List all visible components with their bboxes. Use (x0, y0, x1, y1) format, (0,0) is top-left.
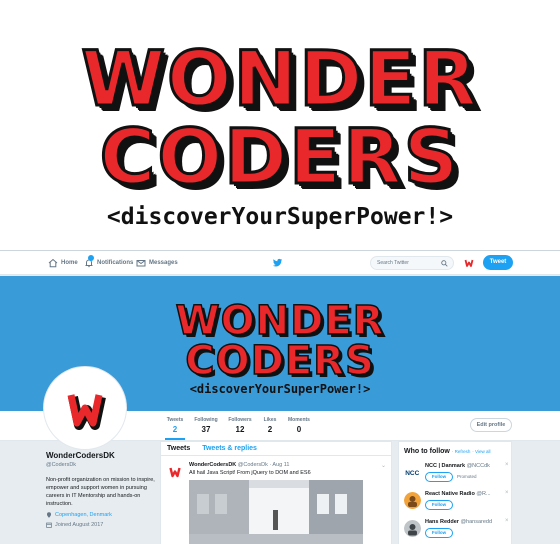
tweet-media-image[interactable] (189, 480, 363, 544)
dismiss-icon[interactable]: × (505, 518, 509, 524)
stat-label: Tweets (166, 417, 184, 423)
nav-notifications-label: Notifications (97, 260, 134, 266)
profile-location: Copenhagen, Denmark (46, 512, 156, 518)
profile-handle[interactable]: @CodersDk (46, 462, 156, 468)
profile-info: WonderCodersDK @CodersDk Non-profit orga… (46, 451, 156, 528)
tweet-meta: @CodersDk · Aug 11 (237, 462, 290, 468)
twitter-profile-screenshot: Home Notifications Messages Search Twitt… (0, 250, 560, 544)
top-nav: Home Notifications Messages Search Twitt… (0, 251, 560, 275)
stat-tweets[interactable]: Tweets 2 (165, 417, 185, 440)
profile-joined: Joined August 2017 (46, 522, 156, 528)
tweet-author[interactable]: WonderCodersDK (189, 462, 236, 468)
stat-label: Moments (288, 417, 310, 423)
stat-likes[interactable]: Likes 2 (261, 417, 279, 434)
follow-button[interactable]: Follow (425, 472, 453, 482)
stat-label: Likes (263, 417, 277, 423)
location-pin-icon (47, 512, 51, 518)
who-to-follow-panel: Who to follow · Refresh · View all NCC N… (398, 441, 512, 544)
calendar-icon (46, 522, 52, 528)
follow-suggestion: React Native Radio @R... × Follow (404, 490, 510, 518)
nav-messages[interactable]: Messages (136, 257, 178, 269)
suggestion-name[interactable]: Hans Redder @hansaredd (425, 519, 492, 525)
follow-suggestion: NCC NCC | Danmark @NCCdk × Follow Promot… (404, 462, 510, 490)
tweet-button[interactable]: Tweet (483, 255, 513, 270)
stat-value: 2 (172, 425, 178, 434)
search-input[interactable]: Search Twitter (370, 256, 454, 270)
edit-profile-button[interactable]: Edit profile (470, 418, 512, 432)
logo-tagline: <discoverYourSuperPower!> (106, 204, 454, 230)
profile-location-text[interactable]: Copenhagen, Denmark (55, 512, 112, 518)
ncc-logo-icon[interactable]: NCC (404, 464, 421, 481)
tweet-avatar-icon[interactable] (167, 464, 183, 480)
suggestion-name[interactable]: React Native Radio @R... (425, 491, 491, 497)
who-to-follow-title: Who to follow · Refresh · View all (404, 448, 490, 455)
tweet-header: WonderCodersDK @CodersDk · Aug 11 (189, 462, 289, 468)
home-icon (48, 258, 58, 268)
wondercoders-w-logo-icon (67, 394, 106, 430)
stat-value: 37 (201, 425, 211, 434)
stat-label: Following (194, 417, 218, 423)
logo-line-coders: CODERS (98, 111, 461, 203)
account-avatar-icon[interactable] (463, 257, 475, 269)
follow-button[interactable]: Follow (425, 528, 453, 538)
nav-messages-label: Messages (149, 260, 178, 266)
tweet-feed: Tweets Tweets & replies WonderCodersDK @… (160, 441, 392, 544)
tab-tweets-replies[interactable]: Tweets & replies (202, 445, 257, 452)
stat-value: 2 (267, 425, 273, 434)
stat-value: 0 (296, 425, 302, 434)
suggestion-display-name: React Native Radio (425, 491, 475, 497)
follow-suggestion: Hans Redder @hansaredd × Follow (404, 518, 510, 544)
chevron-down-icon[interactable]: ⌄ (381, 462, 386, 469)
brand-logo: WONDER CODERS <discoverYourSuperPower!> (0, 0, 560, 248)
nav-home[interactable]: Home (48, 257, 78, 269)
refresh-link[interactable]: · Refresh (452, 449, 471, 454)
profile-name[interactable]: WonderCodersDK (46, 451, 156, 460)
dismiss-icon[interactable]: × (505, 462, 509, 468)
tweet-text: All hail Java Script! From jQuery to DOM… (189, 470, 311, 476)
react-native-radio-avatar-icon[interactable] (404, 492, 421, 509)
suggestion-display-name: NCC | Danmark (425, 463, 466, 469)
stat-followers[interactable]: Followers 12 (227, 417, 253, 434)
svg-text:NCC: NCC (405, 470, 419, 477)
profile-avatar[interactable] (44, 367, 126, 449)
stat-value: 12 (235, 425, 245, 434)
profile-bio: Non-profit organization on mission to in… (46, 477, 155, 507)
suggestion-name[interactable]: NCC | Danmark @NCCdk (425, 463, 490, 469)
stat-moments[interactable]: Moments 0 (286, 417, 312, 434)
dismiss-icon[interactable]: × (505, 490, 509, 496)
twitter-bird-icon[interactable] (272, 257, 283, 268)
who-to-follow-heading: Who to follow (404, 448, 450, 455)
tab-tweets[interactable]: Tweets (167, 445, 190, 452)
envelope-icon (136, 260, 146, 267)
stat-following[interactable]: Following 37 (193, 417, 219, 434)
logo-line-wonder: WONDER (80, 33, 479, 125)
feed-tabs: Tweets Tweets & replies (161, 442, 391, 456)
notification-badge (88, 255, 94, 261)
search-placeholder: Search Twitter (377, 260, 409, 266)
promoted-label: Promoted (457, 474, 477, 479)
view-all-link[interactable]: · View all (472, 449, 490, 454)
nav-home-label: Home (61, 260, 78, 266)
hans-redder-avatar-icon[interactable] (404, 520, 421, 537)
nav-notifications[interactable]: Notifications (84, 255, 134, 269)
suggestion-display-name: Hans Redder (425, 519, 459, 525)
stat-label: Followers (228, 417, 252, 423)
follow-button[interactable]: Follow (425, 500, 453, 510)
profile-joined-text: Joined August 2017 (55, 522, 104, 528)
suggestion-handle: @hansaredd (460, 519, 493, 525)
suggestion-handle: @NCCdk (466, 463, 490, 469)
subway-photo-illustration (189, 480, 363, 544)
search-icon (441, 260, 448, 267)
suggestion-handle: @R... (476, 491, 491, 497)
